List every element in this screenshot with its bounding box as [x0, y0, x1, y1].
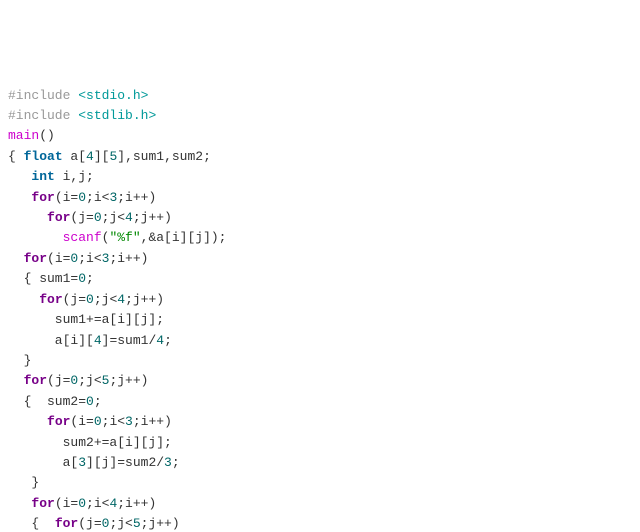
- code-line: }: [8, 353, 31, 368]
- code-block: #include <stdio.h> #include <stdlib.h> m…: [8, 86, 632, 532]
- code-line: sum2+=a[i][j];: [8, 435, 172, 450]
- code-line: for(j=0;j<4;j++): [8, 292, 164, 307]
- code-line: for(j=0;j<4;j++): [8, 210, 172, 225]
- code-line: #include <stdio.h>: [8, 88, 148, 103]
- code-line: { sum1=0;: [8, 271, 94, 286]
- code-line: for(i=0;i<3;i++): [8, 190, 156, 205]
- code-line: { float a[4][5],sum1,sum2;: [8, 149, 211, 164]
- code-line: for(i=0;i<3;i++): [8, 251, 148, 266]
- code-line: a[i][4]=sum1/4;: [8, 333, 172, 348]
- code-line: for(i=0;i<3;i++): [8, 414, 172, 429]
- code-line: { for(j=0;j<5;j++): [8, 516, 180, 531]
- code-line: for(i=0;i<4;i++): [8, 496, 156, 511]
- code-line: }: [8, 475, 39, 490]
- code-line: for(j=0;j<5;j++): [8, 373, 148, 388]
- code-line: { sum2=0;: [8, 394, 102, 409]
- code-line: sum1+=a[i][j];: [8, 312, 164, 327]
- code-line: main(): [8, 128, 55, 143]
- code-line: scanf("%f",&a[i][j]);: [8, 230, 226, 245]
- code-line: a[3][j]=sum2/3;: [8, 455, 180, 470]
- code-line: #include <stdlib.h>: [8, 108, 156, 123]
- code-line: int i,j;: [8, 169, 94, 184]
